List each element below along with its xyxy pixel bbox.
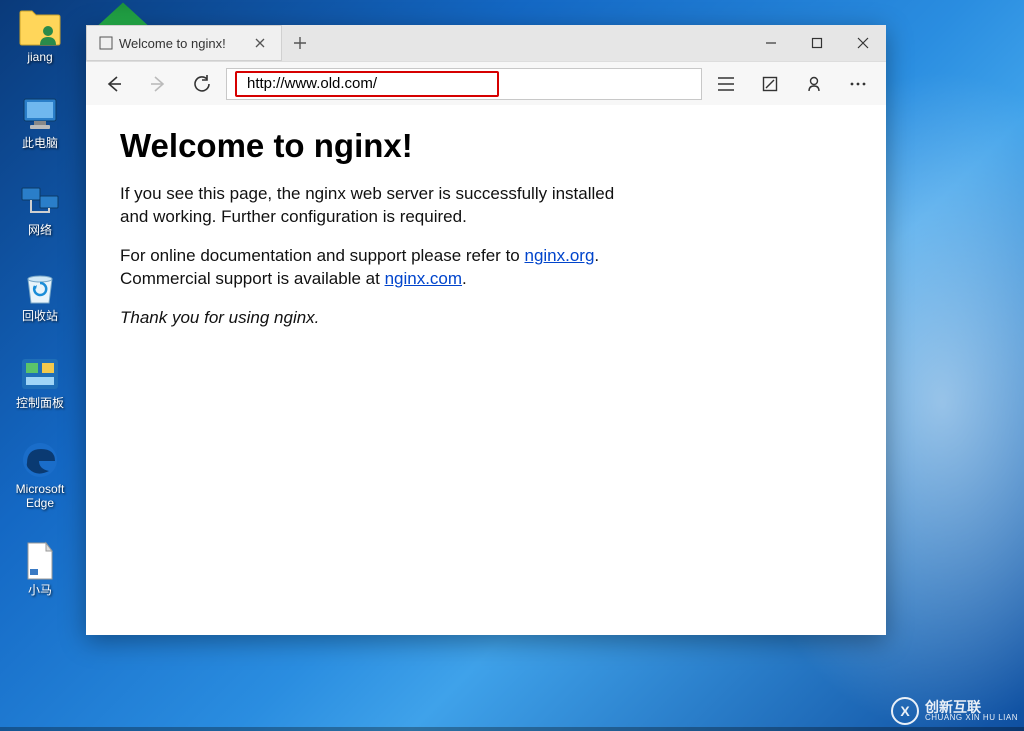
page-content: Welcome to nginx! If you see this page, …	[86, 105, 886, 635]
page-heading: Welcome to nginx!	[120, 127, 852, 165]
new-tab-button[interactable]	[282, 25, 318, 61]
xiaoma-icon[interactable]: 小马	[8, 541, 72, 597]
watermark-text: 创新互联 CHUANG XIN HU LIAN	[925, 700, 1018, 722]
refresh-button[interactable]	[182, 66, 222, 102]
titlebar-drag-area[interactable]	[318, 25, 748, 61]
icon-label: jiang	[27, 50, 52, 64]
window-minimize-button[interactable]	[748, 25, 794, 61]
desktop: jiang 此电脑 网络	[0, 0, 1024, 731]
address-bar[interactable]	[226, 68, 702, 100]
taskbar[interactable]	[0, 727, 1024, 731]
page-icon	[99, 36, 113, 50]
window-maximize-button[interactable]	[794, 25, 840, 61]
reading-list-button[interactable]	[706, 66, 746, 102]
titlebar[interactable]: Welcome to nginx!	[86, 25, 886, 61]
tab-close-button[interactable]	[249, 32, 271, 54]
page-thanks: Thank you for using nginx.	[120, 307, 640, 330]
icon-label: 小马	[28, 583, 52, 597]
address-highlight-annotation	[235, 71, 499, 97]
page-paragraph-1: If you see this page, the nginx web serv…	[120, 183, 640, 229]
icon-label: Microsoft Edge	[8, 482, 72, 511]
link-nginx-org[interactable]: nginx.org	[524, 246, 594, 265]
icon-label: 网络	[28, 223, 52, 237]
back-button[interactable]	[94, 66, 134, 102]
page-paragraph-2: For online documentation and support ple…	[120, 245, 640, 291]
browser-tab[interactable]: Welcome to nginx!	[86, 25, 282, 61]
browser-toolbar	[86, 61, 886, 105]
window-close-button[interactable]	[840, 25, 886, 61]
edge-glyph	[16, 440, 64, 480]
edge-icon[interactable]: Microsoft Edge	[8, 440, 72, 511]
icon-label: 此电脑	[22, 136, 58, 150]
user-folder-icon[interactable]: jiang	[8, 8, 72, 64]
share-button[interactable]	[794, 66, 834, 102]
control-panel-icon[interactable]: 控制面板	[8, 354, 72, 410]
file-glyph	[16, 541, 64, 581]
pc-glyph	[16, 94, 64, 134]
link-nginx-com[interactable]: nginx.com	[385, 269, 462, 288]
this-pc-icon[interactable]: 此电脑	[8, 94, 72, 150]
network-icon[interactable]: 网络	[8, 181, 72, 237]
watermark-logo-icon: X	[891, 697, 919, 725]
recycle-glyph	[16, 267, 64, 307]
note-button[interactable]	[750, 66, 790, 102]
edge-browser-window: Welcome to nginx!	[86, 25, 886, 635]
tab-title: Welcome to nginx!	[119, 36, 243, 51]
address-input[interactable]	[247, 75, 487, 92]
control-panel-glyph	[16, 354, 64, 394]
icon-label: 控制面板	[16, 396, 64, 410]
more-button[interactable]	[838, 66, 878, 102]
network-glyph	[16, 181, 64, 221]
icon-label: 回收站	[22, 309, 58, 323]
desktop-icons: jiang 此电脑 网络	[8, 8, 72, 597]
recycle-bin-icon[interactable]: 回收站	[8, 267, 72, 323]
background-window-peek	[88, 0, 158, 25]
folder-user-glyph	[16, 8, 64, 48]
forward-button[interactable]	[138, 66, 178, 102]
watermark: X 创新互联 CHUANG XIN HU LIAN	[891, 697, 1018, 725]
